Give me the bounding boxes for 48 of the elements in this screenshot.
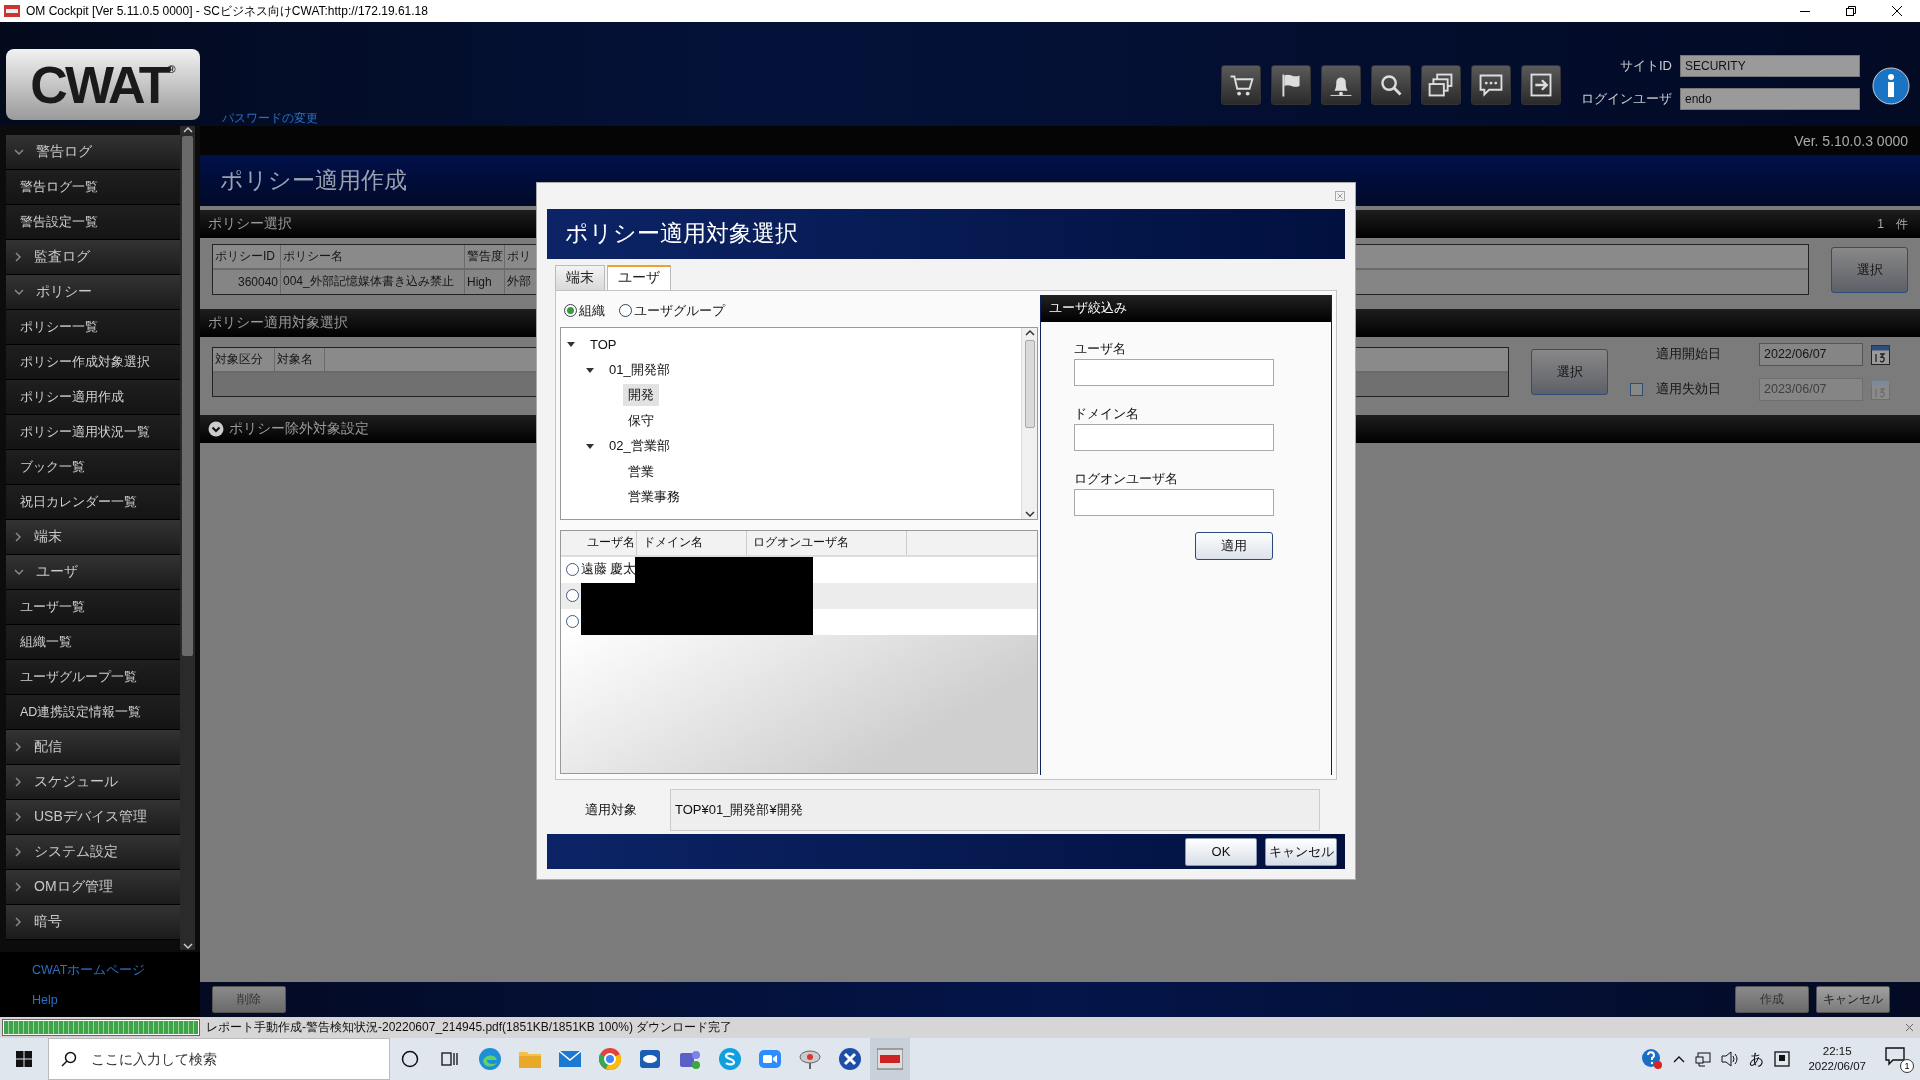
sidebar-group-label: 配信 [34,738,62,756]
table-cell: 遠藤 慶太 [581,561,635,579]
sidebar-group-label: 端末 [34,528,62,546]
result-count: 1 件 [1877,215,1908,233]
login-user-label: ログインユーザ [1581,90,1672,108]
table-cell: 004_外部記憶媒体書き込み禁止 [281,269,465,294]
clock-date: 2022/06/07 [1808,1059,1866,1074]
sidebar-group-label: 監査ログ [34,248,90,266]
column-header: ポリシーID [213,245,281,268]
sidebar-group-label: スケジュール [34,773,118,791]
window-title: OM Cockpit [Ver 5.11.0.5 0000] - SCビジネス向けCWAT:http://172.19.61.18 [26,2,428,20]
logo: CWAT$^{®}$ [6,49,200,120]
section-title: ポリシー除外対象設定 [229,420,369,438]
field-label: ドメイン名 [1074,405,1140,423]
sidebar-group-label: 警告ログ [36,143,92,161]
section-title: ポリシー選択 [208,215,292,233]
column-header: 警告度 [465,245,505,268]
table-cell: 360040 [213,269,281,294]
dialog-title: ポリシー適用対象選択 [547,208,1345,259]
status-message: レポート手動作成-警告検知状況-20220607_214945.pdf(1851KB/1851KB 100%) ダウンロード完了 [206,1019,733,1036]
field-label: ログオンユーザ名 [1074,470,1179,488]
column-header: 対象名 [275,348,325,371]
sidebar-group-label: システム設定 [34,843,118,861]
column-header: ドメイン名 [637,530,747,555]
column-header: 対象区分 [213,348,275,371]
panel-header: ユーザ絞込み [1041,294,1331,322]
expiry-date-field: 2023/06/07 [1759,378,1863,401]
login-user-field: endo [1680,88,1860,110]
site-id-label: サイトID [1619,57,1672,75]
target-label: 適用対象 [585,801,637,820]
version-label: Ver. 5.10.0.3 0000 [200,126,1920,155]
sidebar-group-label: USBデバイス管理 [34,808,147,826]
target-field: TOP¥01_開発部¥開発 [670,789,1320,832]
sidebar-group-label: OMログ管理 [34,878,113,896]
clock-time: 22:15 [1822,1044,1852,1059]
field-label: ユーザ名 [1074,340,1127,358]
column-header: ログオンユーザ名 [747,530,907,555]
column-header: ポリシー名 [281,245,465,268]
section-title: ポリシー適用対象選択 [208,314,348,332]
start-date-label: 適用開始日 [1656,346,1721,363]
expiry-date-label: 適用失効日 [1656,381,1721,398]
notification-count: 1 [1900,1059,1914,1073]
site-id-field: SECURITY [1680,55,1860,77]
column-header: ユーザ名 [581,530,637,555]
sidebar-group-label: 暗号 [34,913,62,931]
sidebar-group-label: ユーザ [36,563,78,581]
table-cell: High [465,269,505,294]
sidebar-group-label: ポリシー [36,283,92,301]
